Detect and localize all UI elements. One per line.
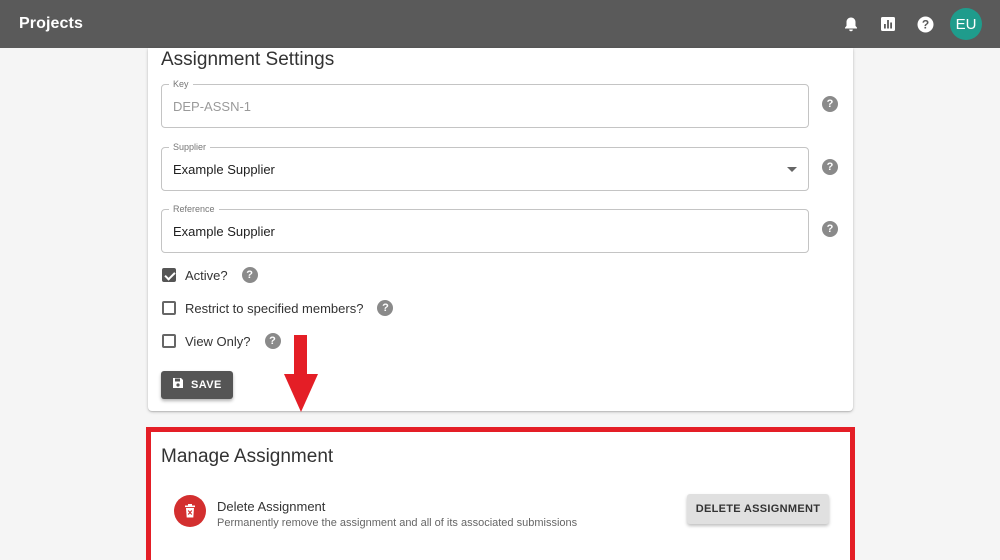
reference-field-label: Reference	[169, 204, 219, 215]
help-icon[interactable]: ?	[913, 12, 937, 36]
save-button-label: SAVE	[191, 379, 222, 391]
app-title: Projects	[19, 15, 83, 32]
active-checkbox-row: Active? ?	[162, 266, 258, 284]
active-checkbox-label[interactable]: Active?	[185, 268, 228, 283]
delete-assignment-title: Delete Assignment	[217, 499, 326, 514]
reference-field-value: Example Supplier	[173, 224, 275, 239]
active-checkbox[interactable]	[162, 268, 176, 282]
annotation-arrow-head	[284, 374, 318, 412]
appbar-actions: ? EU	[826, 8, 982, 40]
key-field-label: Key	[169, 79, 193, 90]
svg-text:?: ?	[921, 17, 928, 31]
restrict-members-checkbox[interactable]	[162, 301, 176, 315]
key-field-value: DEP-ASSN-1	[173, 99, 252, 114]
key-help-icon[interactable]: ?	[822, 96, 838, 112]
supplier-field-label: Supplier	[169, 142, 211, 153]
key-field[interactable]: Key DEP-ASSN-1	[161, 79, 809, 128]
save-button[interactable]: SAVE	[161, 371, 233, 399]
view-only-label[interactable]: View Only?	[185, 334, 251, 349]
floppy-disk-icon	[172, 376, 184, 394]
view-only-checkbox-row: View Only? ?	[162, 332, 281, 350]
supplier-help-icon[interactable]: ?	[822, 159, 838, 175]
delete-assignment-description: Permanently remove the assignment and al…	[217, 517, 578, 529]
reference-help-icon[interactable]: ?	[822, 221, 838, 237]
supplier-select[interactable]: Supplier Example Supplier	[161, 142, 809, 191]
annotation-arrow-shaft	[294, 335, 307, 377]
chart-icon[interactable]	[876, 12, 900, 36]
view-only-checkbox[interactable]	[162, 334, 176, 348]
dropdown-arrow-icon[interactable]	[787, 167, 797, 172]
restrict-members-label[interactable]: Restrict to specified members?	[185, 301, 363, 316]
top-app-bar: Projects ? EU	[0, 0, 1000, 48]
assignment-settings-card: Assignment Settings Key DEP-ASSN-1 ? Sup…	[148, 48, 853, 411]
restrict-checkbox-row: Restrict to specified members? ?	[162, 299, 394, 317]
manage-assignment-section: Manage Assignment Delete Assignment Perm…	[146, 427, 855, 560]
manage-title: Manage Assignment	[161, 446, 334, 467]
view-only-help-icon[interactable]: ?	[264, 333, 281, 349]
active-help-icon[interactable]: ?	[241, 267, 258, 283]
restrict-help-icon[interactable]: ?	[377, 300, 394, 316]
delete-assignment-button[interactable]: DELETE ASSIGNMENT	[687, 494, 829, 524]
user-avatar[interactable]: EU	[950, 8, 982, 40]
supplier-field-value: Example Supplier	[173, 162, 275, 177]
trash-icon	[174, 495, 206, 527]
settings-title: Assignment Settings	[161, 49, 335, 70]
bell-icon[interactable]	[839, 12, 863, 36]
reference-field[interactable]: Reference Example Supplier	[161, 204, 809, 253]
